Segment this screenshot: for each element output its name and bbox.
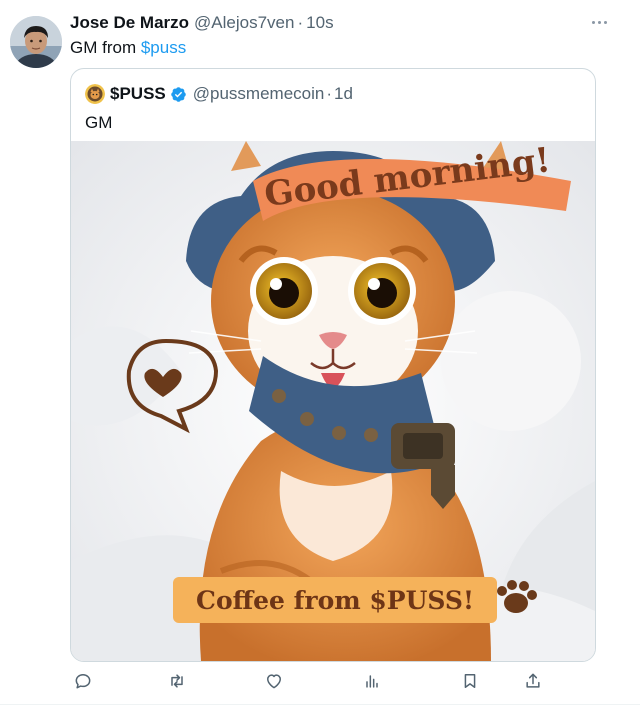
tweet-text: GM from $puss [70,38,186,58]
avatar[interactable] [10,16,62,68]
retweet-icon[interactable] [164,668,190,694]
views-icon[interactable] [359,668,385,694]
more-options-icon[interactable] [592,16,610,28]
bookmark-icon[interactable] [457,668,483,694]
tweet-text-prefix: GM from [70,38,141,57]
display-name[interactable]: Jose De Marzo [70,13,189,33]
share-icon[interactable] [520,668,546,694]
quoted-avatar[interactable] [85,84,105,104]
quoted-user-handle[interactable]: @pussmemecoin [193,84,325,104]
verified-badge-icon [170,86,186,102]
tweet-header: Jose De Marzo @Alejos7ven · 10s [70,12,334,34]
tweet[interactable]: Jose De Marzo @Alejos7ven · 10s GM from … [0,0,640,707]
like-icon[interactable] [261,668,287,694]
quoted-media-image[interactable]: Good morning! Coffee from $PUSS! [71,141,595,661]
separator-dot: · [297,13,304,32]
reply-icon[interactable] [70,668,96,694]
quoted-tweet[interactable]: $PUSS @pussmemecoin · 1d GM Good morning… [70,68,596,662]
quoted-tweet-header: $PUSS @pussmemecoin · 1d [85,83,353,105]
tweet-actions [70,668,590,694]
quoted-tweet-text: GM [85,113,113,132]
divider [0,704,640,705]
timestamp[interactable]: 10s [306,13,333,33]
bottom-banner-text: Coffee from $PUSS! [173,577,497,623]
user-handle[interactable]: @Alejos7ven [194,13,294,33]
avatar-image [10,16,62,68]
quoted-timestamp[interactable]: 1d [334,84,353,104]
quoted-display-name[interactable]: $PUSS [110,84,166,104]
cashtag-link[interactable]: $puss [141,38,186,57]
quoted-separator-dot: · [326,84,333,103]
